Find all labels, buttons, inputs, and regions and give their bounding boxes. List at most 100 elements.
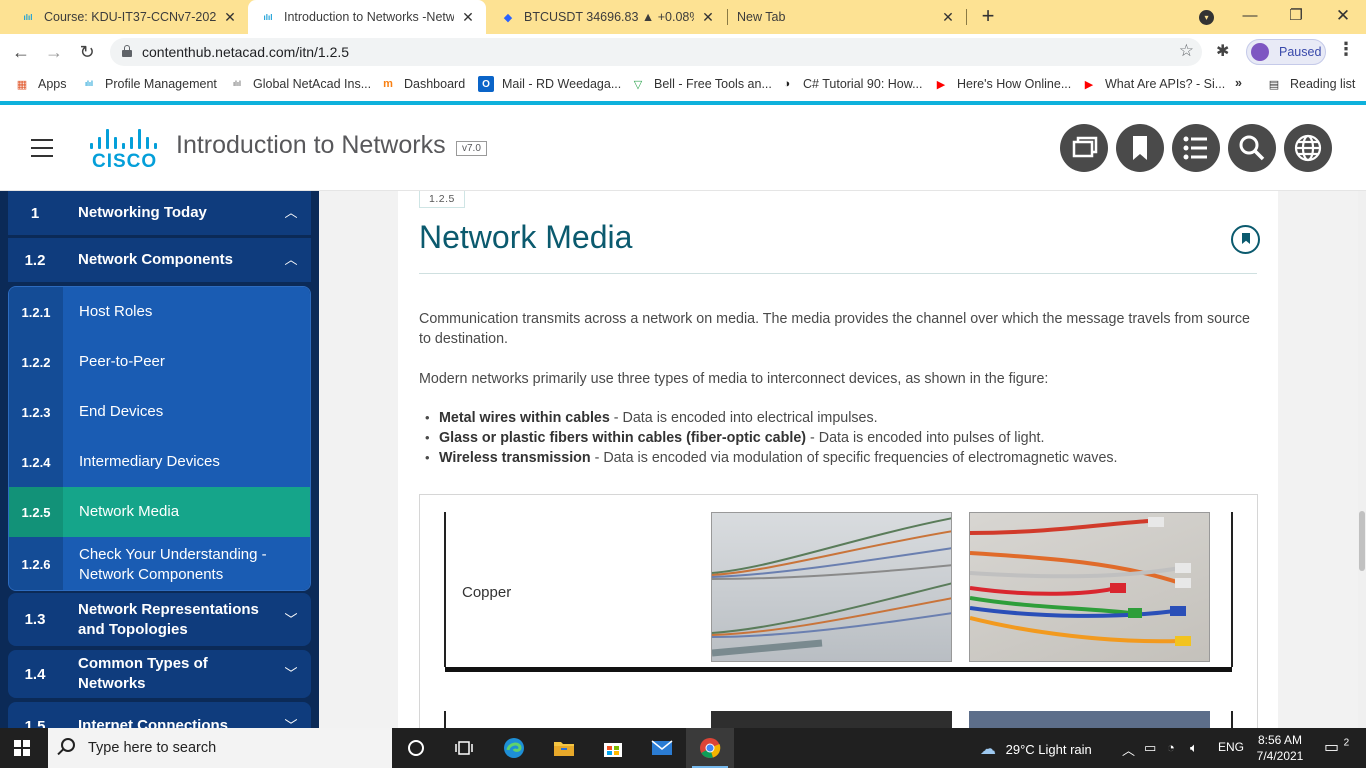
bookmark-online[interactable]: ▶ Here's How Online... (933, 76, 1071, 92)
more-bookmarks-icon[interactable]: » (1235, 76, 1242, 90)
index-list-button[interactable] (1172, 124, 1220, 172)
media-types-list: Metal wires within cables - Data is enco… (419, 408, 1259, 468)
sidebar-item-peer-to-peer[interactable]: 1.2.2 Peer-to-Peer (9, 337, 310, 387)
edge-icon[interactable] (490, 728, 538, 768)
search-button[interactable] (1228, 124, 1276, 172)
tab-new-tab[interactable]: New Tab ✕ (728, 0, 966, 34)
scrollbar-thumb[interactable] (1359, 511, 1365, 571)
intro-paragraph: Communication transmits across a network… (419, 311, 1250, 347)
topic-label: Peer-to-Peer (79, 353, 165, 370)
reading-list-button[interactable]: ▤ Reading list (1266, 76, 1356, 92)
cisco-logo[interactable]: CISCO (88, 129, 158, 172)
bookmark-label: Bell - Free Tools an... (654, 77, 772, 91)
sidebar-item-network-media[interactable]: 1.2.5 Network Media (9, 487, 310, 537)
bookmark-global-netacad[interactable]: ılıl Global NetAcad Ins... (229, 76, 371, 92)
file-explorer-icon[interactable] (540, 728, 588, 768)
list-item: Metal wires within cables - Data is enco… (419, 408, 1259, 428)
wifi-icon[interactable]: ◔ (1167, 740, 1175, 755)
task-view-icon[interactable] (440, 728, 488, 768)
browser-menu-icon[interactable]: ⋮ (1337, 39, 1355, 60)
show-hidden-icons-icon[interactable]: ︿ (1122, 740, 1135, 759)
taskbar-search-box[interactable]: Type here to search (48, 728, 392, 768)
weather-text: 29°C Light rain (1005, 742, 1092, 757)
reload-icon[interactable]: ↻ (74, 39, 100, 65)
bookmark-mail[interactable]: O Mail - RD Weedaga... (478, 76, 621, 92)
notifications-icon[interactable]: ▭ 2 (1324, 737, 1349, 757)
topic-number: 1.2.4 (9, 437, 63, 487)
minimize-icon[interactable]: — (1227, 0, 1273, 34)
bookmarks-button[interactable] (1116, 124, 1164, 172)
tab-btcusdt[interactable]: ◆ BTCUSDT 34696.83 ▲ +0.08% Un ✕ (488, 0, 726, 34)
close-tab-icon[interactable]: ✕ (940, 9, 956, 26)
cortana-icon[interactable] (392, 728, 440, 768)
close-tab-icon[interactable]: ✕ (222, 9, 238, 26)
sidebar-item-internet-connections[interactable]: 1.5 Internet Connections ﹀ (8, 702, 311, 728)
clock-time: 8:56 AM (1257, 733, 1303, 747)
sidebar-item-check-your-understanding[interactable]: 1.2.6 Check Your Understanding - Network… (9, 537, 310, 590)
netacad-icon: ılıl (23, 12, 33, 22)
bookmark-label: Profile Management (105, 77, 217, 91)
tab-search-chevron-icon[interactable]: ▾ (1199, 10, 1214, 25)
taskbar-clock[interactable]: 8:56 AM 7/4/2021 (1248, 732, 1312, 764)
search-icon (61, 738, 75, 752)
close-tab-icon[interactable]: ✕ (460, 9, 476, 26)
chevron-down-icon[interactable]: ﹀ (283, 664, 299, 684)
topic-number: 1.2.1 (9, 287, 63, 337)
close-tab-icon[interactable]: ✕ (700, 9, 716, 26)
media-types-paragraph: Modern networks primarily use three type… (419, 371, 1049, 387)
tab-separator (966, 9, 967, 25)
profile-paused-button[interactable]: Paused (1246, 39, 1326, 65)
chevron-up-icon[interactable]: ︿ (283, 203, 299, 223)
language-button[interactable] (1284, 124, 1332, 172)
restore-icon[interactable]: ❐ (1273, 0, 1319, 34)
bookmark-dashboard[interactable]: m Dashboard (380, 76, 465, 92)
address-bar[interactable]: contenthub.netacad.com/itn/1.2.5 ☆ (110, 38, 1202, 66)
tab-introduction-to-networks[interactable]: ılıl Introduction to Networks -Netwo ✕ (248, 0, 486, 34)
language-indicator[interactable]: ENG (1218, 740, 1244, 754)
sidebar-item-end-devices[interactable]: 1.2.3 End Devices (9, 387, 310, 437)
sidebar-item-networking-today[interactable]: 1 Networking Today ︿ (8, 191, 311, 235)
mail-icon[interactable] (638, 728, 686, 768)
chevron-down-icon[interactable]: ﹀ (283, 610, 299, 630)
chevron-down-icon[interactable]: ﹀ (283, 716, 299, 728)
copy-button[interactable] (1060, 124, 1108, 172)
bookmark-apps[interactable]: ▦ Apps (14, 76, 67, 92)
tradingview-icon: ◆ (503, 11, 513, 24)
extensions-puzzle-icon[interactable]: ✱ (1216, 41, 1229, 61)
chevron-up-icon[interactable]: ︿ (283, 250, 299, 270)
lock-icon[interactable] (122, 45, 132, 57)
more-bookmarks-label: » (1235, 76, 1242, 90)
patch-cables-photo (969, 512, 1210, 662)
volume-icon[interactable]: 🔈︎ (1190, 740, 1198, 756)
profile-status: Paused (1279, 45, 1322, 59)
sidebar-item-host-roles[interactable]: 1.2.1 Host Roles (9, 287, 310, 337)
chrome-icon[interactable] (686, 728, 734, 768)
microsoft-store-icon[interactable] (589, 728, 637, 768)
page-scrollbar[interactable] (1358, 191, 1366, 728)
tab-title: New Tab (737, 10, 786, 24)
sidebar-item-network-representations[interactable]: 1.3 Network Representations and Topologi… (8, 593, 311, 646)
sidebar-item-network-components[interactable]: 1.2 Network Components ︿ (8, 238, 311, 282)
sidebar-item-intermediary-devices[interactable]: 1.2.4 Intermediary Devices (9, 437, 310, 487)
bookmark-star-icon[interactable]: ☆ (1179, 41, 1194, 61)
sidebar-item-common-types-of-networks[interactable]: 1.4 Common Types of Networks ﹀ (8, 650, 311, 698)
url-text[interactable]: contenthub.netacad.com/itn/1.2.5 (142, 44, 349, 60)
cisco-icon: ılıl (263, 12, 273, 22)
notification-count: 2 (1343, 737, 1350, 749)
new-tab-plus-icon[interactable]: + (976, 4, 1000, 30)
bookmark-page-button[interactable] (1231, 225, 1260, 254)
bookmark-apis[interactable]: ▶ What Are APIs? - Si... (1081, 76, 1225, 92)
tab-title: Introduction to Networks -Netwo (284, 10, 454, 24)
cisco-icon: ılıl (233, 80, 241, 88)
tab-course[interactable]: ılıl Course: KDU-IT37-CCNv7-2021-I ✕ (8, 0, 248, 34)
forward-arrow-icon[interactable]: → (41, 39, 67, 65)
back-arrow-icon[interactable]: ← (8, 39, 34, 65)
windows-start-icon[interactable] (14, 740, 30, 756)
close-window-icon[interactable]: ✕ (1320, 0, 1366, 34)
battery-icon[interactable]: ▭ (1144, 740, 1156, 756)
menu-hamburger-icon[interactable] (31, 139, 53, 157)
bookmark-profile-management[interactable]: ılıl Profile Management (81, 76, 217, 92)
weather-widget[interactable]: ☁ 29°C Light rain (980, 739, 1092, 759)
bookmark-csharp-tutorial[interactable]: ◑ C# Tutorial 90: How... (779, 76, 923, 92)
bookmark-bell[interactable]: ▽ Bell - Free Tools an... (630, 76, 772, 92)
